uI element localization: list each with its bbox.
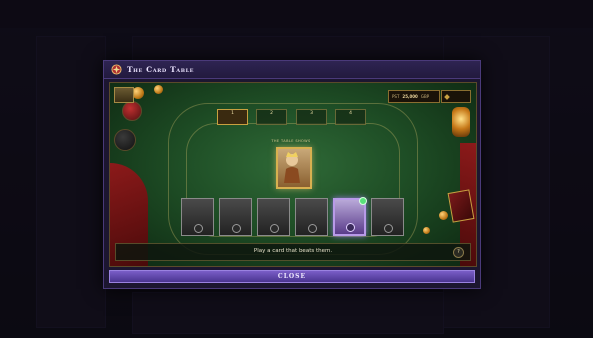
modal-header: The Card Table: [104, 61, 480, 79]
card-medal-icon: [307, 224, 317, 233]
card-medal-icon: [231, 224, 241, 233]
round-slot: 3: [296, 109, 327, 125]
hand-card[interactable]: [181, 198, 214, 236]
hand-card[interactable]: [257, 198, 290, 236]
gold-orb-decoration: [423, 227, 430, 234]
card-medal-icon: [193, 224, 203, 233]
round-slot-number: 2: [270, 111, 273, 116]
gold-orb-decoration: [439, 211, 448, 220]
close-button[interactable]: CLOSE: [109, 270, 475, 283]
table-card-label: THE TABLE SHOWS: [271, 139, 311, 143]
round-slot-number: 1: [231, 111, 234, 116]
gold-orb-decoration: [154, 85, 163, 94]
hand-card[interactable]: [219, 198, 252, 236]
currency-stat: PST 25,000 GBP: [388, 90, 440, 103]
card-medal-icon: [383, 224, 393, 233]
game-board: PST 25,000 GBP 1 2 3 4 THE TABLE SHOWS P…: [109, 82, 477, 267]
hand-card[interactable]: [295, 198, 328, 236]
help-icon[interactable]: ?: [453, 247, 464, 258]
dark-orb-decoration: [122, 101, 142, 121]
lantern-decoration: [452, 107, 470, 137]
modal-title: The Card Table: [127, 65, 195, 74]
message-bar: Play a card that beats them. ?: [115, 243, 471, 261]
round-slot: 2: [256, 109, 287, 125]
gem-icon: [444, 93, 450, 100]
round-slot-number: 3: [310, 111, 313, 116]
secondary-stat: [441, 90, 471, 103]
hand-card-selected[interactable]: [333, 197, 367, 236]
round-slot: 1: [217, 109, 248, 125]
round-slots: 1 2 3 4: [217, 109, 366, 125]
hand-card[interactable]: [371, 198, 404, 236]
player-hand: [181, 197, 405, 236]
currency-value: 25,000: [402, 94, 418, 99]
round-slot: 4: [335, 109, 366, 125]
currency-prefix: PST: [392, 94, 400, 99]
card-medal-icon: [345, 223, 355, 232]
card-medal-icon: [269, 224, 279, 233]
instruction-message: Play a card that beats them.: [253, 248, 333, 254]
card-table-icon: [110, 64, 122, 76]
level-badge: [114, 87, 134, 103]
table-card: [276, 147, 312, 189]
queen-portrait-icon: [284, 152, 300, 183]
round-slot-number: 4: [349, 111, 352, 116]
compass-decoration: [114, 129, 136, 151]
selected-gem-icon: [359, 197, 367, 205]
card-table-modal: The Card Table PST 25,000 GBP 1 2 3 4 TH…: [103, 60, 481, 289]
currency-suffix: GBP: [420, 94, 430, 99]
